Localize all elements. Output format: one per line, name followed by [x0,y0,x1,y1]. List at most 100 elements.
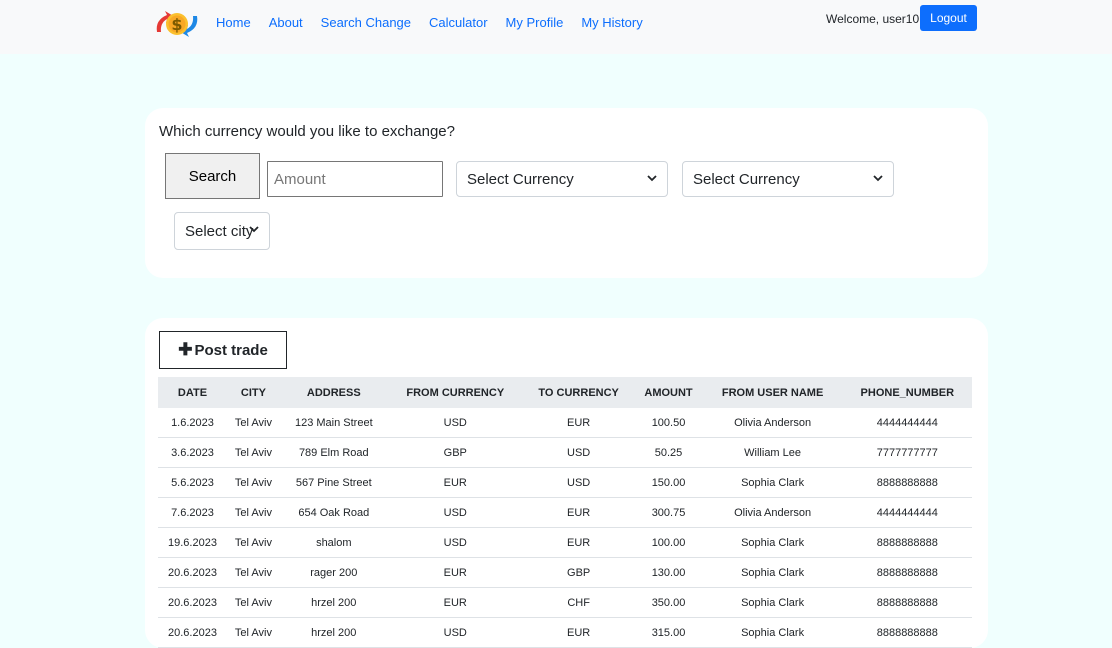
table-cell: 100.50 [634,408,703,438]
table-row[interactable]: 1.6.2023 Tel Aviv 123 Main Street USD EUR 100… [158,408,972,438]
table-cell: 100.00 [634,527,703,558]
table-cell: 567 Pine Street [279,467,388,498]
chevron-down-icon [249,226,259,233]
table-cell: 8888888888 [842,467,972,498]
table-cell: 50.25 [634,437,703,468]
table-cell: Sophia Clark [702,467,843,498]
from-currency-select[interactable]: Select Currency [456,161,668,197]
chevron-down-icon [873,175,883,182]
table-row[interactable]: 7.6.2023 Tel Aviv 654 Oak Road USD EUR 300.75… [158,497,972,528]
table-cell: Tel Aviv [226,497,280,528]
table-cell: USD [522,437,635,468]
table-cell: EUR [522,408,635,438]
nav-about-link[interactable]: About [269,15,303,30]
table-cell: USD [522,467,635,498]
table-cell: 8888888888 [842,557,972,588]
table-cell: 350.00 [634,587,703,618]
table-cell: 130.00 [634,557,703,588]
table-cell: 3.6.2023 [158,437,227,468]
table-cell: William Lee [702,437,843,468]
amount-input[interactable] [267,161,443,197]
table-row[interactable]: 20.6.2023 Tel Aviv hrzel 200 USD EUR 315.00 So… [158,617,972,648]
table-cell: 4444444444 [842,497,972,528]
nav-links: Home About Search Change Calculator My P… [216,15,661,30]
column-header: AMOUNT [634,377,703,408]
column-header: PHONE_NUMBER [842,377,972,408]
table-cell: USD [387,408,523,438]
nav-home-link[interactable]: Home [216,15,251,30]
table-cell: hrzel 200 [279,587,388,618]
table-cell: 20.6.2023 [158,587,227,618]
table-cell: 7777777777 [842,437,972,468]
table-cell: Tel Aviv [226,557,280,588]
chevron-down-icon [647,175,657,182]
table-body: 1.6.2023 Tel Aviv 123 Main Street USD EUR 100… [158,408,972,648]
to-currency-value: Select Currency [693,170,800,188]
table-row[interactable]: 20.6.2023 Tel Aviv rager 200 EUR GBP 130.00 So… [158,557,972,588]
nav-my-history-link[interactable]: My History [581,15,642,30]
from-currency-value: Select Currency [467,170,574,188]
table-cell: GBP [522,557,635,588]
table-cell: 20.6.2023 [158,617,227,648]
svg-text:$: $ [171,15,182,34]
table-cell: CHF [522,587,635,618]
table-cell: Tel Aviv [226,617,280,648]
table-cell: 8888888888 [842,587,972,618]
nav-my-profile-link[interactable]: My Profile [506,15,564,30]
to-currency-select[interactable]: Select Currency [682,161,894,197]
post-trade-button[interactable]: ✚ Post trade [159,331,287,369]
table-cell: Tel Aviv [226,587,280,618]
table-cell: EUR [522,497,635,528]
nav-search-change-link[interactable]: Search Change [321,15,411,30]
table-cell: EUR [387,557,523,588]
table-cell: GBP [387,437,523,468]
city-select[interactable]: Select city [174,212,270,250]
search-card: Which currency would you like to exchang… [145,108,988,278]
navbar: $ Home About Search Change Calculator My… [0,0,1112,54]
trades-table: DATE CITY ADDRESS FROM CURRENCY TO CURRENCY A… [158,377,972,648]
table-cell: EUR [387,587,523,618]
table-cell: Tel Aviv [226,408,280,438]
table-cell: Sophia Clark [702,557,843,588]
table-cell: Sophia Clark [702,527,843,558]
currency-exchange-logo-icon[interactable]: $ [153,6,201,42]
table-cell: EUR [522,617,635,648]
table-row[interactable]: 20.6.2023 Tel Aviv hrzel 200 EUR CHF 350.00 So… [158,587,972,618]
table-cell: 4444444444 [842,408,972,438]
table-cell: hrzel 200 [279,617,388,648]
table-cell: shalom [279,527,388,558]
table-cell: 123 Main Street [279,408,388,438]
table-cell: 8888888888 [842,527,972,558]
table-cell: 5.6.2023 [158,467,227,498]
table-cell: rager 200 [279,557,388,588]
table-cell: 19.6.2023 [158,527,227,558]
table-cell: Sophia Clark [702,587,843,618]
table-cell: 300.75 [634,497,703,528]
plus-icon: ✚ [178,340,193,359]
table-cell: Tel Aviv [226,527,280,558]
post-trade-label: Post trade [194,341,268,359]
table-row[interactable]: 3.6.2023 Tel Aviv 789 Elm Road GBP USD 50.25 W… [158,437,972,468]
search-button[interactable]: Search [165,153,260,199]
column-header: ADDRESS [279,377,388,408]
table-cell: 7.6.2023 [158,497,227,528]
table-cell: Olivia Anderson [702,497,843,528]
column-header: DATE [158,377,227,408]
table-cell: 654 Oak Road [279,497,388,528]
table-cell: 20.6.2023 [158,557,227,588]
table-cell: 8888888888 [842,617,972,648]
table-cell: USD [387,527,523,558]
table-cell: 315.00 [634,617,703,648]
city-value: Select city [185,222,254,240]
table-row[interactable]: 19.6.2023 Tel Aviv shalom USD EUR 100.00 Sophi… [158,527,972,558]
table-cell: 789 Elm Road [279,437,388,468]
nav-calculator-link[interactable]: Calculator [429,15,488,30]
logout-button[interactable]: Logout [920,5,977,31]
table-row[interactable]: 5.6.2023 Tel Aviv 567 Pine Street EUR USD 150… [158,467,972,498]
table-cell: 1.6.2023 [158,408,227,438]
table-cell: Sophia Clark [702,617,843,648]
welcome-text: Welcome, user10! [826,12,920,26]
trades-card: ✚ Post trade DATE CITY ADDRESS FROM CURRENC… [145,318,988,648]
table-cell: EUR [387,467,523,498]
table-cell: EUR [522,527,635,558]
